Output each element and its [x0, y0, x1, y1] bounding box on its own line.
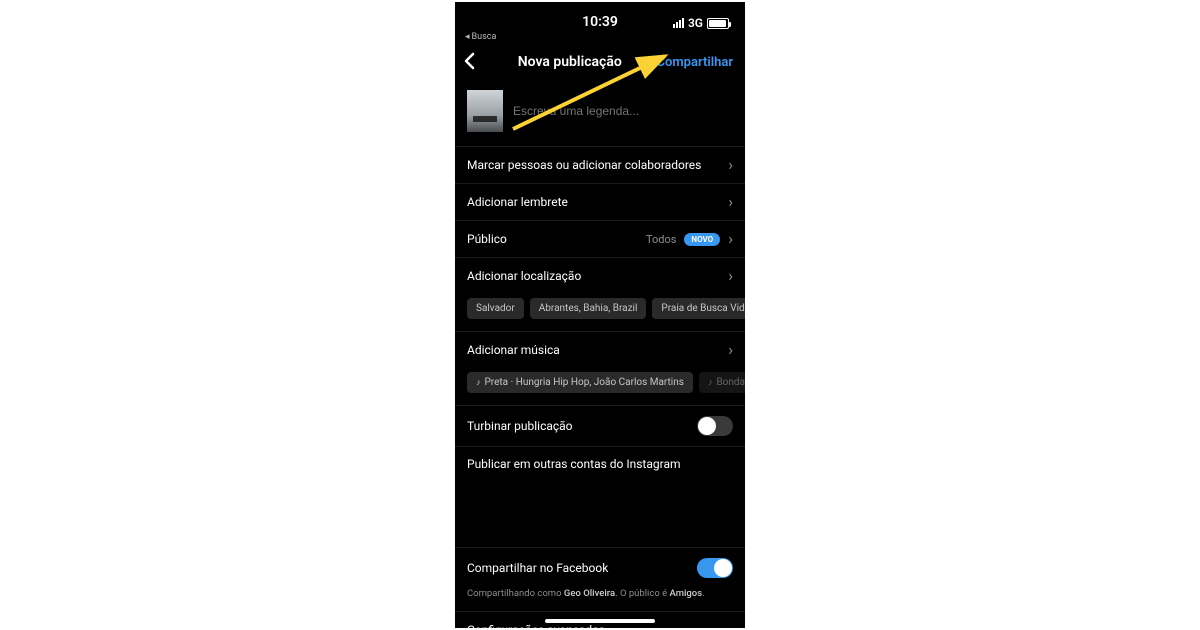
- back-button[interactable]: [463, 52, 483, 73]
- row-tag-people-label: Marcar pessoas ou adicionar colaboradore…: [467, 158, 701, 172]
- fb-sub-post: .: [702, 588, 705, 599]
- row-add-music[interactable]: Adicionar música ›: [455, 332, 745, 368]
- chevron-right-icon: ›: [728, 231, 733, 247]
- music-note-icon: ♪: [476, 377, 481, 388]
- home-indicator: [545, 619, 655, 623]
- share-button[interactable]: Compartilhar: [657, 55, 733, 70]
- music-chip-label: Preta · Hungria Hip Hop, João Carlos Mar…: [485, 377, 684, 388]
- nav-header: Nova publicação Compartilhar: [455, 42, 745, 82]
- music-chip[interactable]: ♪ Bondade de...: [699, 372, 745, 393]
- row-share-facebook-label: Compartilhar no Facebook: [467, 561, 608, 575]
- status-bar: 10:39 3G: [455, 2, 745, 30]
- row-share-facebook: Compartilhar no Facebook: [455, 547, 745, 588]
- row-audience[interactable]: Público Todos NOVO ›: [455, 220, 745, 257]
- row-add-reminder[interactable]: Adicionar lembrete ›: [455, 183, 745, 220]
- chevron-right-icon: ›: [728, 194, 733, 210]
- music-chip-label: Bondade de...: [716, 377, 745, 388]
- row-add-reminder-label: Adicionar lembrete: [467, 195, 568, 209]
- back-to-app[interactable]: ◂ Busca: [455, 32, 745, 42]
- boost-toggle[interactable]: [697, 416, 733, 436]
- back-caret-icon: ◂: [465, 32, 470, 42]
- row-add-location[interactable]: Adicionar localização ›: [455, 257, 745, 294]
- chevron-right-icon: ›: [728, 342, 733, 358]
- chevron-right-icon: ›: [728, 157, 733, 173]
- caption-row: [455, 82, 745, 146]
- location-chip-label: Praia de Busca Vida: [661, 303, 745, 314]
- fb-sub-pre: Compartilhando como: [467, 588, 564, 599]
- location-chip-label: Salvador: [476, 303, 515, 314]
- music-note-icon: ♪: [708, 377, 713, 388]
- back-to-app-label: Busca: [472, 32, 497, 42]
- row-other-accounts: Publicar em outras contas do Instagram: [455, 446, 745, 477]
- row-add-location-label: Adicionar localização: [467, 269, 581, 283]
- page-title: Nova publicação: [518, 54, 622, 70]
- network-label: 3G: [688, 16, 703, 30]
- row-add-music-label: Adicionar música: [467, 343, 560, 357]
- phone-frame: 10:39 3G ◂ Busca Nova publicação Compart…: [455, 2, 745, 628]
- row-advanced-label: Configurações avançadas: [467, 623, 605, 628]
- signal-icon: [673, 18, 684, 28]
- fb-sub-mid: . O público é: [615, 588, 669, 599]
- location-chip[interactable]: Salvador: [467, 298, 524, 319]
- row-boost-label: Turbinar publicação: [467, 419, 573, 433]
- new-badge: NOVO: [684, 233, 720, 246]
- facebook-toggle[interactable]: [697, 558, 733, 578]
- chevron-right-icon: ›: [728, 268, 733, 284]
- location-suggestions: Salvador Abrantes, Bahia, Brazil Praia d…: [455, 294, 745, 332]
- other-accounts-spacer: [455, 477, 745, 547]
- battery-icon: [707, 18, 729, 29]
- location-chip-label: Abrantes, Bahia, Brazil: [539, 303, 638, 314]
- chevron-right-icon: ›: [728, 622, 733, 628]
- audience-value: Todos: [646, 233, 676, 246]
- location-chip[interactable]: Praia de Busca Vida: [652, 298, 745, 319]
- music-chip[interactable]: ♪ Preta · Hungria Hip Hop, João Carlos M…: [467, 372, 693, 393]
- row-tag-people[interactable]: Marcar pessoas ou adicionar colaboradore…: [455, 146, 745, 183]
- chevron-left-icon: [463, 52, 475, 70]
- fb-sub-aud: Amigos: [670, 588, 703, 599]
- post-thumbnail[interactable]: [467, 90, 503, 132]
- row-audience-label: Público: [467, 232, 507, 246]
- music-suggestions: ♪ Preta · Hungria Hip Hop, João Carlos M…: [455, 368, 745, 406]
- location-chip[interactable]: Abrantes, Bahia, Brazil: [530, 298, 647, 319]
- facebook-subtext: Compartilhando como Geo Oliveira. O públ…: [455, 588, 745, 612]
- fb-sub-name: Geo Oliveira: [564, 588, 615, 599]
- caption-input[interactable]: [513, 90, 733, 132]
- row-other-accounts-label: Publicar em outras contas do Instagram: [467, 457, 681, 471]
- status-time: 10:39: [557, 14, 643, 30]
- row-boost-post: Turbinar publicação: [455, 406, 745, 446]
